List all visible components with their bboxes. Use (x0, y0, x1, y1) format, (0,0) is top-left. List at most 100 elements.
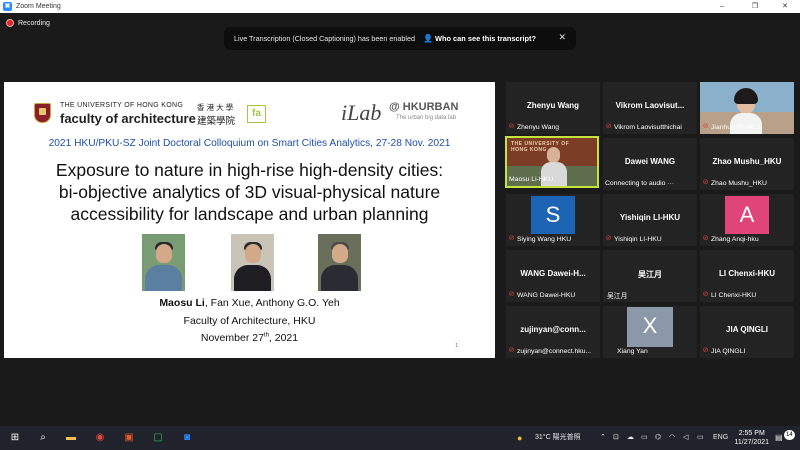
participant-hair (734, 88, 758, 104)
tray-app-icon[interactable]: ⊡ (613, 426, 619, 450)
notification-count-badge: 14 (784, 430, 795, 440)
conference-title: 2021 HKU/PKU-SZ Joint Doctoral Colloquiu… (48, 138, 451, 149)
who-can-see-button[interactable]: 👤 Who can see this transcript? (423, 34, 536, 44)
taskbar-clock[interactable]: 2:55 PM 11/27/2021 (734, 429, 769, 447)
tray-battery-icon[interactable]: ▭ (697, 426, 704, 450)
author-photo (231, 234, 274, 291)
background-sign: THE UNIVERSITY OF HONG KONG (511, 141, 570, 153)
tray-onedrive-icon[interactable]: ☁ (627, 426, 634, 450)
slide-title-line: bi-objective analytics of 3D visual-phys… (58, 182, 441, 202)
muted-mic-icon: ⊘ (702, 179, 709, 186)
participant-tile[interactable]: A ⊘ Zhang Anqi-hku (700, 194, 794, 246)
weather-sun-icon: ● (517, 433, 523, 443)
author-photo (318, 234, 361, 291)
line-app-icon[interactable]: ▢ (145, 426, 171, 450)
participant-name: WANG Dawei-HKU (517, 291, 576, 299)
slide-page-number: 1 (455, 343, 458, 349)
participant-name: zujinyan@connect.hku... (517, 347, 592, 355)
muted-mic-icon: ⊘ (508, 347, 515, 354)
tray-chevron-icon[interactable]: ⌃ (600, 426, 606, 450)
close-window-button[interactable]: ✕ (770, 0, 800, 13)
hkurban-logo: @ HKURBAN (389, 101, 459, 113)
ilab-logo: iLab (341, 100, 382, 125)
recording-indicator[interactable]: Recording (6, 19, 50, 27)
participant-tile[interactable]: Zhao Mushu_HKU ⊘ Zhao Mushu_HKU (700, 138, 794, 190)
hkurban-subtitle: The urban big data lab (396, 115, 457, 121)
avatar: A (725, 196, 769, 234)
participant-tile[interactable]: WANG Dawei-H... ⊘ WANG Dawei-HKU (506, 250, 600, 302)
minimize-button[interactable]: – (707, 0, 737, 13)
notification-icon[interactable]: ▤ (775, 426, 783, 450)
chrome-icon[interactable]: ◉ (87, 426, 113, 450)
muted-mic-icon: ⊘ (702, 235, 709, 242)
participant-tile[interactable]: S ⊘ Siying Wang HKU (506, 194, 600, 246)
muted-mic-icon: ⊘ (508, 123, 515, 130)
participant-name: Zhenyu Wang (517, 123, 560, 131)
participant-display-name: JIA QINGLI (726, 325, 768, 334)
zoom-window: ▣ Zoom Meeting – ❐ ✕ Recording Live Tran… (0, 0, 800, 450)
slide-title: Exposure to nature in high-rise high-den… (4, 159, 495, 225)
slide-affiliation: Faculty of Architecture, HKU (183, 315, 316, 327)
tray-meet-icon[interactable]: ▭ (641, 426, 648, 450)
participant-tile[interactable]: Dawei WANG Connecting to audio ··· (603, 138, 697, 190)
participant-name: Vikrom Laovisutthichai (614, 123, 682, 131)
university-name-cn: 香 港 大 學 (197, 103, 234, 112)
windows-start-icon[interactable]: ⊞ (2, 426, 28, 450)
muted-mic-icon: ⊘ (702, 347, 709, 354)
participant-tile-video[interactable]: ⊘ Jianhua PI-HKU (700, 82, 794, 134)
muted-mic-icon: ⊘ (702, 123, 709, 130)
banner-close-icon[interactable]: ✕ (558, 32, 566, 43)
participant-name: Yishiqin LI-HKU (614, 235, 662, 243)
clock-time: 2:55 PM (738, 430, 765, 437)
restore-button[interactable]: ❐ (740, 0, 770, 13)
file-explorer-icon[interactable]: ▬ (58, 426, 84, 450)
participant-tile[interactable]: Zhenyu Wang ⊘ Zhenyu Wang (506, 82, 600, 134)
participant-display-name: Zhao Mushu_HKU (712, 157, 782, 166)
muted-mic-icon: ⊘ (508, 291, 515, 298)
participant-tile-active-speaker[interactable]: THE UNIVERSITY OF HONG KONG Maosu Li-HKU (505, 136, 599, 188)
search-icon[interactable]: ⌕ (30, 426, 56, 450)
title-bar: ▣ Zoom Meeting – ❐ ✕ (0, 0, 800, 13)
lead-author: Maosu Li (159, 297, 205, 309)
date-day: November 27 (200, 332, 264, 344)
transcription-message: Live Transcription (Closed Captioning) h… (234, 34, 415, 43)
language-indicator[interactable]: ENG (713, 426, 728, 450)
clock-date: 11/27/2021 (734, 439, 769, 446)
tray-wifi-icon[interactable]: ◠ (669, 426, 675, 450)
fa-logo: fa (247, 105, 266, 123)
office-icon[interactable]: ▣ (116, 426, 142, 450)
participant-name: LI Chenxi-HKU (711, 291, 757, 299)
participant-name: JIA QINGLI (711, 347, 746, 355)
zoom-taskbar-icon[interactable]: ◙ (174, 426, 200, 450)
participant-tile[interactable]: JIA QINGLI ⊘ JIA QINGLI (700, 306, 794, 358)
participant-face (547, 147, 560, 163)
windows-taskbar: ⊞ ⌕ ▬ ◉ ▣ ▢ ◙ ● 31°C 陽光普照 ⌃ ⊡ ☁ ▭ ⌬ ◠ ◁ … (0, 426, 800, 450)
participant-display-name: Yishiqin LI-HKU (619, 213, 681, 222)
participant-display-name: WANG Dawei-H... (520, 269, 586, 278)
participant-tile[interactable]: zujinyan@conn... ⊘ zujinyan@connect.hku..… (506, 306, 600, 358)
tray-volume-icon[interactable]: ◁ (683, 426, 688, 450)
slide-title-line: accessibility for landscape and urban pl… (70, 204, 429, 224)
zoom-app-icon: ▣ (3, 2, 12, 11)
participant-display-name: Zhenyu Wang (526, 101, 580, 110)
avatar: S (531, 196, 575, 234)
faculty-name-cn: 建築學院 (197, 116, 236, 127)
recording-dot-icon (6, 19, 14, 27)
slide-date: November 27th, 2021 (4, 332, 495, 344)
who-can-see-label: Who can see this transcript? (435, 34, 537, 43)
participant-tile[interactable]: Vikrom Laovisut... ⊘ Vikrom Laovisutthich… (603, 82, 697, 134)
participant-tile[interactable]: LI Chenxi-HKU ⊘ LI Chenxi-HKU (700, 250, 794, 302)
participant-tile[interactable]: X Xiang Yan (603, 306, 697, 358)
participant-tile[interactable]: Yishiqin LI-HKU ⊘ Yishiqin LI-HKU (603, 194, 697, 246)
participant-display-name: 吴江月 (638, 270, 662, 279)
slide-title-line: Exposure to nature in high-rise high-den… (55, 160, 444, 180)
participant-name: Zhang Anqi-hku (711, 235, 759, 243)
weather-text[interactable]: 31°C 陽光普照 (535, 426, 581, 450)
tray-network-icon[interactable]: ⌬ (655, 426, 661, 450)
participant-name: Zhao Mushu_HKU (711, 179, 767, 187)
window-title: Zoom Meeting (16, 3, 61, 10)
faculty-name: faculty of architecture (60, 111, 196, 126)
muted-mic-icon: ⊘ (605, 123, 612, 130)
university-name: THE UNIVERSITY OF HONG KONG (60, 102, 184, 109)
participant-tile[interactable]: 吴江月 吴江月 (603, 250, 697, 302)
